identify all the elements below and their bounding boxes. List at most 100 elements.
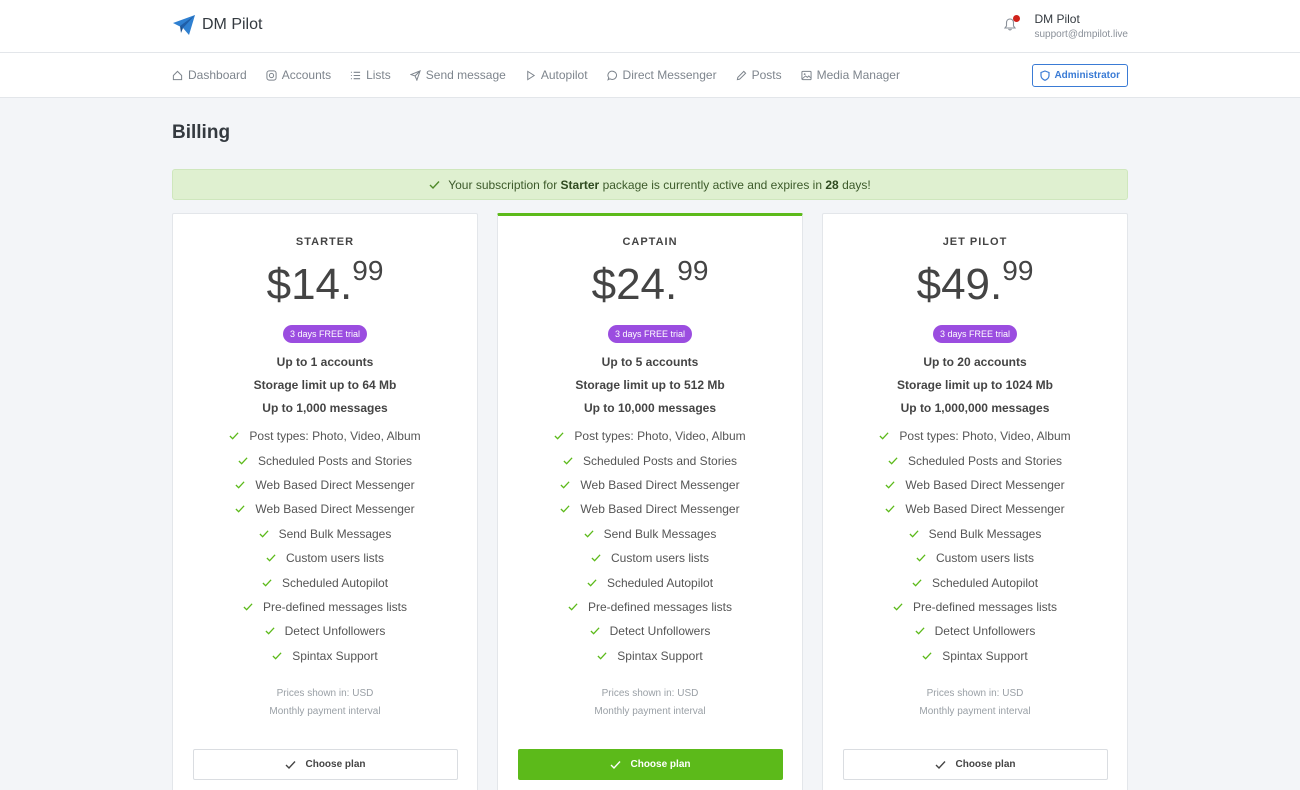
feature-item: Scheduled Autopilot <box>498 570 802 594</box>
nav-accounts[interactable]: Accounts <box>266 68 331 82</box>
instagram-icon <box>266 69 277 81</box>
price-currency: $ <box>916 260 942 309</box>
check-icon <box>560 505 570 514</box>
nav-lists-label: Lists <box>366 68 391 82</box>
nav-send-message[interactable]: Send message <box>409 68 506 82</box>
pen-icon <box>736 70 746 80</box>
limit-accounts: Up to 20 accounts <box>923 355 1027 369</box>
alert-prefix: Your subscription for <box>448 177 558 192</box>
feature-label: Web Based Direct Messenger <box>580 477 740 492</box>
feature-item: Web Based Direct Messenger <box>498 473 802 497</box>
choose-plan-button[interactable]: Choose plan <box>518 749 783 780</box>
feature-item: Post types: Photo, Video, Album <box>173 424 477 448</box>
price-main: 24. <box>616 260 678 309</box>
feature-item: Scheduled Autopilot <box>823 570 1127 594</box>
check-icon <box>591 554 601 562</box>
price-main: 14. <box>291 260 353 309</box>
nav-lists[interactable]: Lists <box>350 68 391 82</box>
check-icon <box>568 603 578 611</box>
check-icon <box>272 652 282 660</box>
prices-shown: Prices shown in: USD <box>276 687 374 699</box>
nav-dashboard[interactable]: Dashboard <box>172 68 247 82</box>
feature-item: Post types: Photo, Video, Album <box>823 424 1127 448</box>
nav-posts[interactable]: Posts <box>736 68 782 82</box>
feature-list: Post types: Photo, Video, Album Scheduled… <box>173 424 477 668</box>
check-icon <box>885 505 895 514</box>
check-icon <box>888 456 898 465</box>
plan-name: JET PILOT <box>942 236 1008 248</box>
feature-item: Scheduled Posts and Stories <box>173 448 477 472</box>
feature-item: Detect Unfollowers <box>498 619 802 643</box>
chat-icon <box>606 70 617 81</box>
brand-name: DM Pilot <box>202 16 263 33</box>
feature-item: Web Based Direct Messenger <box>823 473 1127 497</box>
alert-package: Starter <box>560 177 600 192</box>
main-nav: Dashboard Accounts Lists Send message Au… <box>0 53 1300 98</box>
choose-plan-label: Choose plan <box>305 759 366 770</box>
send-icon <box>409 69 421 81</box>
plan-price: $14. 99 <box>173 256 477 310</box>
prices-shown: Prices shown in: USD <box>926 687 1024 699</box>
limit-messages: Up to 1,000 messages <box>262 401 388 415</box>
check-icon <box>229 432 239 440</box>
alert-middle: package is currently active and expires … <box>602 177 823 192</box>
nav-autopilot-label: Autopilot <box>540 68 588 82</box>
plan-name: CAPTAIN <box>622 236 678 248</box>
feature-item: Send Bulk Messages <box>823 522 1127 546</box>
brand-logo[interactable]: DM Pilot <box>172 14 262 36</box>
trial-badge: 3 days FREE trial <box>607 325 693 343</box>
feature-label: Detect Unfollowers <box>934 624 1036 639</box>
administrator-button[interactable]: Administrator <box>1032 64 1128 87</box>
feature-label: Web Based Direct Messenger <box>580 502 740 517</box>
feature-item: Web Based Direct Messenger <box>823 497 1127 521</box>
nav-media-manager[interactable]: Media Manager <box>800 68 900 82</box>
price-main: 49. <box>941 260 1003 309</box>
choose-plan-label: Choose plan <box>955 759 1016 770</box>
limit-storage: Storage limit up to 1024 Mb <box>896 378 1054 392</box>
feature-label: Custom users lists <box>935 551 1035 566</box>
price-cents: 99 <box>352 255 384 286</box>
user-email: support@dmpilot.live <box>1034 29 1128 40</box>
feature-label: Pre-defined messages lists <box>587 599 733 614</box>
limit-messages: Up to 10,000 messages <box>583 401 717 415</box>
user-name: DM Pilot <box>1034 12 1080 26</box>
check-icon <box>909 530 919 538</box>
play-icon <box>527 69 535 81</box>
notification-bell[interactable] <box>1004 15 1021 36</box>
plan-card-captain: CAPTAIN $24. 99 3 days FREE trial Up to 5… <box>497 213 803 790</box>
price-currency: $ <box>591 260 617 309</box>
check-icon <box>935 760 946 769</box>
plan-price: $24. 99 <box>498 256 802 310</box>
check-icon <box>590 627 600 635</box>
feature-label: Spintax Support <box>617 648 703 663</box>
user-menu[interactable]: DM Pilot support@dmpilot.live <box>1004 12 1128 40</box>
payment-interval: Monthly payment interval <box>594 705 706 717</box>
notification-dot <box>1013 15 1021 22</box>
check-icon <box>554 432 564 440</box>
plan-card-jet-pilot: JET PILOT $49. 99 3 days FREE trial Up to… <box>822 213 1128 790</box>
check-icon <box>922 652 932 660</box>
feature-label: Send Bulk Messages <box>603 526 717 541</box>
paper-plane-icon <box>173 15 195 35</box>
choose-plan-label: Choose plan <box>630 759 691 770</box>
feature-label: Web Based Direct Messenger <box>905 502 1065 517</box>
feature-label: Scheduled Posts and Stories <box>582 453 738 468</box>
nav-autopilot[interactable]: Autopilot <box>525 68 588 82</box>
feature-item: Pre-defined messages lists <box>823 595 1127 619</box>
check-icon <box>238 456 248 465</box>
check-icon <box>915 627 925 635</box>
check-icon <box>912 578 922 587</box>
nav-direct-messenger-label: Direct Messenger <box>622 68 717 82</box>
choose-plan-button[interactable]: Choose plan <box>193 749 458 780</box>
choose-plan-button[interactable]: Choose plan <box>843 749 1108 780</box>
feature-label: Scheduled Posts and Stories <box>907 453 1063 468</box>
check-icon <box>243 603 253 611</box>
plan-card-starter: STARTER $14. 99 3 days FREE trial Up to 1… <box>172 213 478 790</box>
feature-item: Scheduled Autopilot <box>173 570 477 594</box>
limit-accounts: Up to 5 accounts <box>601 355 699 369</box>
feature-label: Web Based Direct Messenger <box>905 477 1065 492</box>
nav-direct-messenger[interactable]: Direct Messenger <box>606 68 717 82</box>
shield-icon <box>1040 70 1051 81</box>
check-icon <box>587 578 597 587</box>
feature-label: Pre-defined messages lists <box>912 599 1058 614</box>
